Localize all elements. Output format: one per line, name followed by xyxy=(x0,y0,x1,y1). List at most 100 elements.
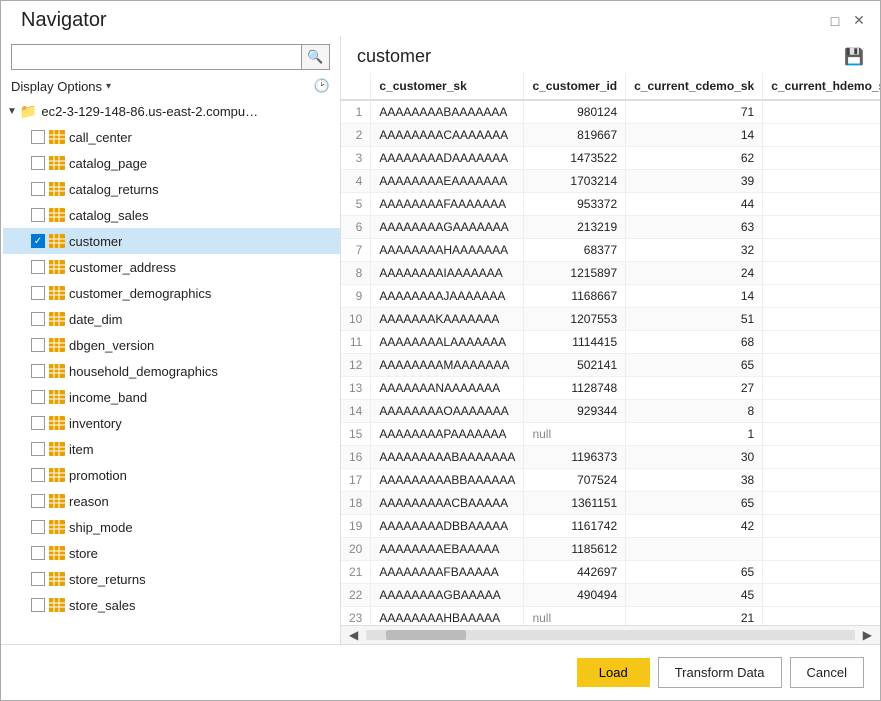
tree-item-label-catalog_page: catalog_page xyxy=(69,156,147,171)
table-cell: 707524 xyxy=(524,469,626,492)
checkbox-store_returns[interactable] xyxy=(31,572,45,586)
tree-item-catalog_page[interactable]: catalog_page xyxy=(3,150,340,176)
tree-item-label-store_returns: store_returns xyxy=(69,572,146,587)
tree-item-catalog_sales[interactable]: catalog_sales xyxy=(3,202,340,228)
tree-item-household_demographics[interactable]: household_demographics xyxy=(3,358,340,384)
tree-item-customer_demographics[interactable]: customer_demographics xyxy=(3,280,340,306)
table-cell: AAAAAAAAEBAAAAA xyxy=(371,538,524,561)
table-cell: 490494 xyxy=(524,584,626,607)
scroll-right-button[interactable]: ▶ xyxy=(859,628,876,642)
scrollbar-track[interactable] xyxy=(366,630,855,640)
tree-item-customer[interactable]: ✓ customer xyxy=(3,228,340,254)
tree-root-item[interactable]: ▼ 📁 ec2-3-129-148-86.us-east-2.compute.a… xyxy=(3,98,340,124)
cancel-button[interactable]: Cancel xyxy=(790,657,864,688)
preview-title-bar: customer 💾 xyxy=(341,36,880,73)
tree-item-store_returns[interactable]: store_returns xyxy=(3,566,340,592)
checkbox-customer_demographics[interactable] xyxy=(31,286,45,300)
load-button[interactable]: Load xyxy=(577,658,650,687)
minimize-button[interactable]: □ xyxy=(826,12,844,30)
table-row: 3AAAAAAAADAAAAAAA147352262 xyxy=(341,147,880,170)
checkbox-catalog_page[interactable] xyxy=(31,156,45,170)
checkbox-inventory[interactable] xyxy=(31,416,45,430)
horizontal-scrollbar[interactable]: ◀ ▶ xyxy=(341,625,880,644)
checkbox-catalog_returns[interactable] xyxy=(31,182,45,196)
table-cell: 65 xyxy=(626,561,763,584)
checkbox-date_dim[interactable] xyxy=(31,312,45,326)
tree-item-income_band[interactable]: income_band xyxy=(3,384,340,410)
cell-rownum: 20 xyxy=(341,538,371,561)
tree-item-inventory[interactable]: inventory xyxy=(3,410,340,436)
checkbox-store[interactable] xyxy=(31,546,45,560)
search-button[interactable]: 🔍 xyxy=(302,44,330,70)
table-cell: 71 xyxy=(626,100,763,124)
tree-item-dbgen_version[interactable]: dbgen_version xyxy=(3,332,340,358)
tree-item-store[interactable]: store xyxy=(3,540,340,566)
table-cell xyxy=(626,538,763,561)
cell-rownum: 10 xyxy=(341,308,371,331)
tree-item-reason[interactable]: reason xyxy=(3,488,340,514)
table-cell: 819667 xyxy=(524,124,626,147)
table-icon-promotion xyxy=(49,468,65,482)
checkbox-call_center[interactable] xyxy=(31,130,45,144)
table-cell: 63 xyxy=(626,216,763,239)
left-panel: 🔍 Display Options ▾ 🕑 ▼ 📁 ec2-3-129-148-… xyxy=(1,36,341,644)
checkbox-catalog_sales[interactable] xyxy=(31,208,45,222)
checkbox-customer_address[interactable] xyxy=(31,260,45,274)
tree-item-item[interactable]: item xyxy=(3,436,340,462)
table-row: 18AAAAAAAAACBAAAAA136115165 xyxy=(341,492,880,515)
scroll-left-button[interactable]: ◀ xyxy=(345,628,362,642)
table-row: 19AAAAAAAADBBAAAAA116174242 xyxy=(341,515,880,538)
table-icon-customer_demographics xyxy=(49,286,65,300)
tree-item-date_dim[interactable]: date_dim xyxy=(3,306,340,332)
tree-item-label-promotion: promotion xyxy=(69,468,127,483)
table-cell: AAAAAAAABAAAAAAA xyxy=(371,100,524,124)
tree-item-customer_address[interactable]: customer_address xyxy=(3,254,340,280)
cell-rownum: 16 xyxy=(341,446,371,469)
checkbox-item[interactable] xyxy=(31,442,45,456)
checkbox-store_sales[interactable] xyxy=(31,598,45,612)
table-cell: AAAAAAAACAAAAAAA xyxy=(371,124,524,147)
table-cell: AAAAAAAAGBAAAAA xyxy=(371,584,524,607)
tree-item-ship_mode[interactable]: ship_mode xyxy=(3,514,340,540)
tree-item-label-customer_address: customer_address xyxy=(69,260,176,275)
cell-rownum: 6 xyxy=(341,216,371,239)
cell-rownum: 8 xyxy=(341,262,371,285)
table-row: 10AAAAAAAKAAAAAAA120755351 xyxy=(341,308,880,331)
main-content: 🔍 Display Options ▾ 🕑 ▼ 📁 ec2-3-129-148-… xyxy=(1,36,880,644)
cell-rownum: 9 xyxy=(341,285,371,308)
checkbox-promotion[interactable] xyxy=(31,468,45,482)
checkbox-reason[interactable] xyxy=(31,494,45,508)
table-row: 5AAAAAAAAFAAAAAAA95337244 xyxy=(341,193,880,216)
table-cell: 14 xyxy=(626,124,763,147)
table-cell: 929344 xyxy=(524,400,626,423)
table-icon-catalog_sales xyxy=(49,208,65,222)
tree-container[interactable]: ▼ 📁 ec2-3-129-148-86.us-east-2.compute.a… xyxy=(1,98,340,644)
tree-item-store_sales[interactable]: store_sales xyxy=(3,592,340,618)
tree-item-call_center[interactable]: call_center xyxy=(3,124,340,150)
table-row: 17AAAAAAAAABBAAAAAA70752438 xyxy=(341,469,880,492)
checkbox-income_band[interactable] xyxy=(31,390,45,404)
checkbox-customer[interactable]: ✓ xyxy=(31,234,45,248)
checkbox-household_demographics[interactable] xyxy=(31,364,45,378)
table-icon-call_center xyxy=(49,130,65,144)
tree-item-label-store_sales: store_sales xyxy=(69,598,135,613)
table-cell: AAAAAAAAOAAAAAAA xyxy=(371,400,524,423)
checkbox-dbgen_version[interactable] xyxy=(31,338,45,352)
data-table-wrapper[interactable]: c_customer_skc_customer_idc_current_cdem… xyxy=(341,73,880,625)
display-options-button[interactable]: Display Options ▾ xyxy=(11,79,111,94)
tree-item-promotion[interactable]: promotion xyxy=(3,462,340,488)
table-cell: 32 xyxy=(626,239,763,262)
tree-item-catalog_returns[interactable]: catalog_returns xyxy=(3,176,340,202)
display-options-extra-icon[interactable]: 🕑 xyxy=(314,78,330,94)
cell-rownum: 1 xyxy=(341,100,371,124)
close-button[interactable]: ✕ xyxy=(850,12,868,30)
search-input[interactable] xyxy=(11,44,302,70)
tree-items-list: call_center catalog_page catalog_returns… xyxy=(3,124,340,618)
scrollbar-thumb[interactable] xyxy=(386,630,466,640)
table-row: 9AAAAAAAAJAAAAAAA116866714 xyxy=(341,285,880,308)
transform-data-button[interactable]: Transform Data xyxy=(658,657,782,688)
table-cell: AAAAAAAAACBAAAAA xyxy=(371,492,524,515)
checkbox-ship_mode[interactable] xyxy=(31,520,45,534)
table-cell: 65 xyxy=(626,354,763,377)
table-cell: 42 xyxy=(626,515,763,538)
